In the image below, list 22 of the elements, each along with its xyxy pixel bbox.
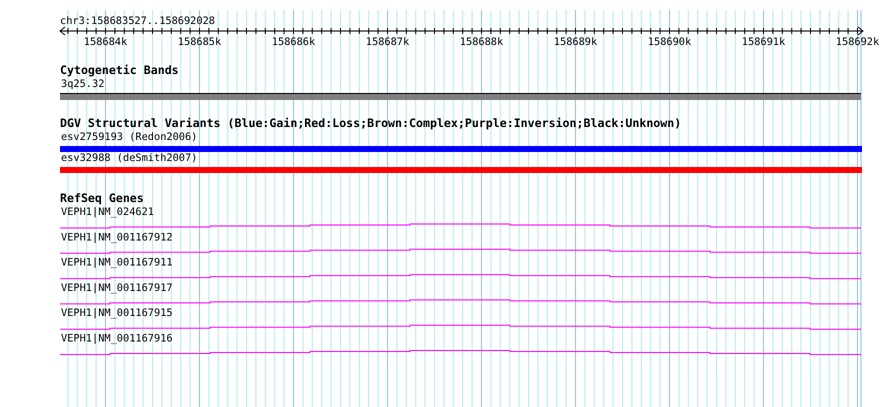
ruler-tick-label: 158690k <box>648 36 692 48</box>
ruler-tick-label: 158691k <box>742 36 786 48</box>
feature-label: VEPH1|NM_001167912 <box>61 231 173 244</box>
track-title: DGV Structural Variants (Blue:Gain;Red:Loss;Brown:Complex;Purple:Inversion;Black:Unknown) <box>60 116 682 130</box>
feature-label: VEPH1|NM_001167911 <box>61 256 173 269</box>
ruler-tick-label: 158692k <box>836 36 880 48</box>
feature-label: esv2759193 (Redon2006) <box>61 131 198 143</box>
track-title: RefSeq Genes <box>60 191 144 205</box>
ruler-tick-label: 158685k <box>178 36 222 48</box>
region-coordinates: chr3:158683527..158692028 <box>60 15 215 27</box>
ruler-tick-label: 158689k <box>554 36 598 48</box>
ruler-tick-label: 158686k <box>272 36 316 48</box>
feature-label: 3q25.32 <box>61 78 104 90</box>
ruler-tick-label: 158687k <box>366 36 410 48</box>
feature-label: VEPH1|NM_001167917 <box>61 282 173 294</box>
feature-label: VEPH1|NM_024621 <box>61 206 154 218</box>
ruler-tick-label: 158684k <box>84 36 128 48</box>
feature-label: VEPH1|NM_001167915 <box>61 307 173 320</box>
feature-label: VEPH1|NM_001167916 <box>61 332 173 344</box>
track-title: Cytogenetic Bands <box>60 63 179 77</box>
ruler-tick-label: 158688k <box>460 36 504 48</box>
feature-label: esv32988 (deSmith2007) <box>61 152 198 164</box>
